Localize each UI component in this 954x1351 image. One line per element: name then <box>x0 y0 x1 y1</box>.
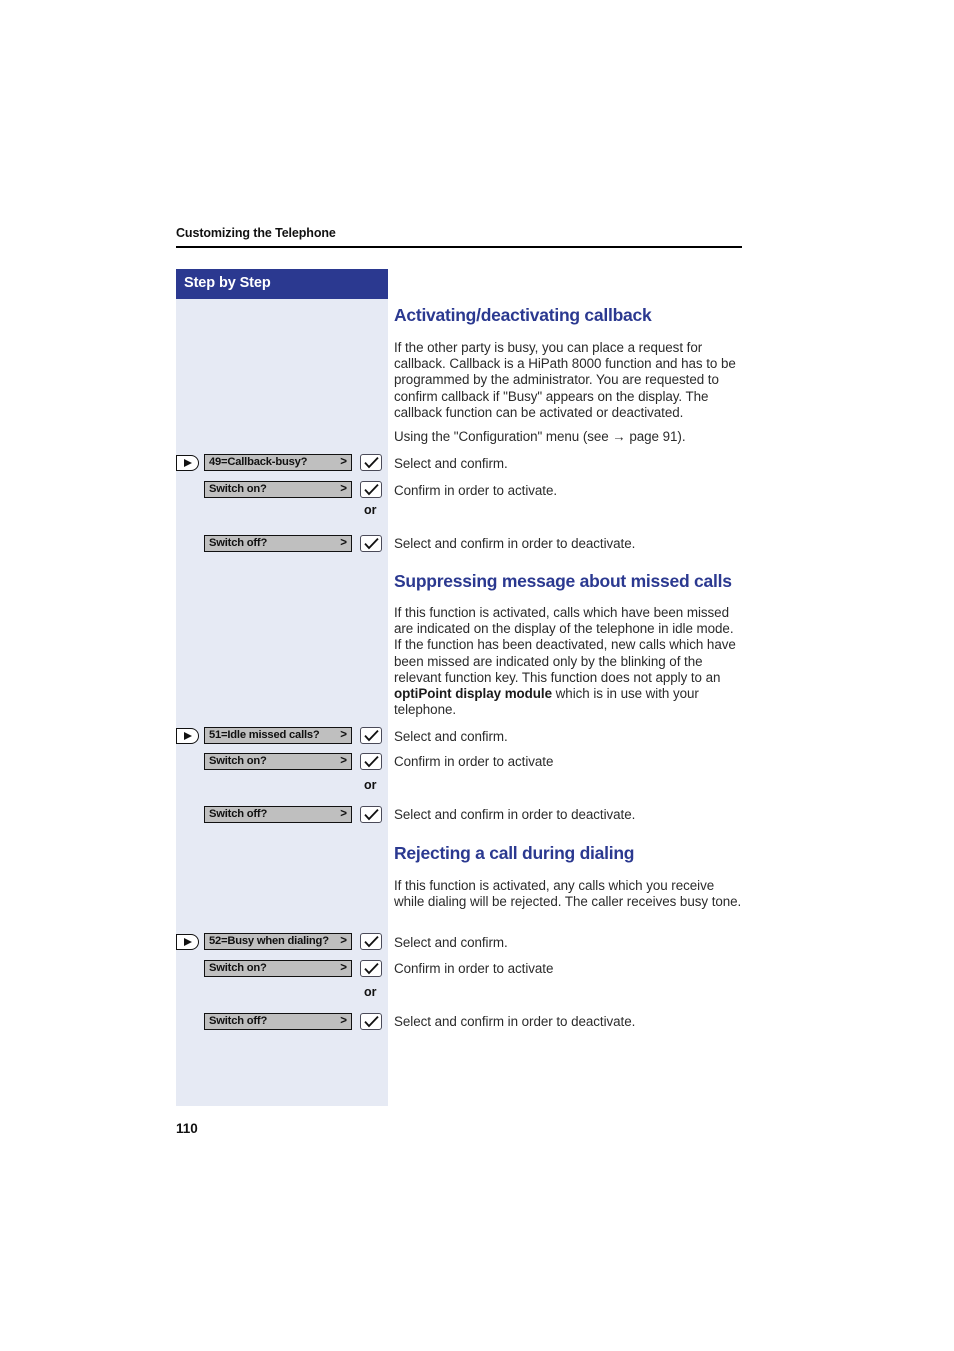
confirm-key-icon[interactable] <box>360 753 382 770</box>
step-caption: Select and confirm. <box>394 935 508 950</box>
section-heading-missed-calls: Suppressing message about missed calls <box>394 571 732 591</box>
section-body-missed-calls: If this function is activated, calls whi… <box>394 605 736 718</box>
or-separator: or <box>364 778 377 792</box>
softkey-label: Switch off? <box>209 807 268 820</box>
softkey-label: Switch off? <box>209 1014 268 1027</box>
confirm-key-icon[interactable] <box>360 806 382 823</box>
page-number: 110 <box>176 1121 198 1136</box>
softkey-51-idle-missed-calls[interactable]: 51=Idle missed calls? > <box>204 727 352 744</box>
or-separator: or <box>364 503 377 517</box>
softkey-arrow: > <box>340 728 347 741</box>
softkey-arrow: > <box>340 536 347 549</box>
softkey-label: 52=Busy when dialing? <box>209 934 329 947</box>
confirm-key-icon[interactable] <box>360 454 382 471</box>
confirm-key-icon[interactable] <box>360 1013 382 1030</box>
step-caption: Select and confirm in order to deactivat… <box>394 807 636 822</box>
softkey-arrow: > <box>340 754 347 767</box>
confirm-key-icon[interactable] <box>360 727 382 744</box>
softkey-arrow: > <box>340 482 347 495</box>
section-heading-rejecting-call: Rejecting a call during dialing <box>394 843 635 863</box>
step-by-step-title: Step by Step <box>184 275 271 291</box>
softkey-label: Switch off? <box>209 536 268 549</box>
step-caption: Select and confirm. <box>394 456 508 471</box>
step-caption: Confirm in order to activate <box>394 754 554 769</box>
softkey-switch-on-dialing[interactable]: Switch on? > <box>204 960 352 977</box>
softkey-arrow: > <box>340 1014 347 1027</box>
confirm-key-icon[interactable] <box>360 535 382 552</box>
navigator-key-icon[interactable] <box>176 728 199 744</box>
softkey-switch-off-missed-calls[interactable]: Switch off? > <box>204 806 352 823</box>
softkey-arrow: > <box>340 807 347 820</box>
step-caption: Confirm in order to activate. <box>394 483 558 498</box>
step-caption: Select and confirm. <box>394 729 508 744</box>
or-separator: or <box>364 985 377 999</box>
softkey-49-callback-busy[interactable]: 49=Callback-busy? > <box>204 454 352 471</box>
navigator-key-icon[interactable] <box>176 455 199 471</box>
step-caption: Confirm in order to activate <box>394 961 554 976</box>
softkey-arrow: > <box>340 455 347 468</box>
step-by-step-column <box>176 269 388 1106</box>
step-by-step-title-bar: Step by Step <box>176 269 388 299</box>
softkey-label: 49=Callback-busy? <box>209 455 308 468</box>
softkey-arrow: > <box>340 934 347 947</box>
softkey-switch-on-missed-calls[interactable]: Switch on? > <box>204 753 352 770</box>
softkey-switch-off-callback[interactable]: Switch off? > <box>204 535 352 552</box>
softkey-label: Switch on? <box>209 482 267 495</box>
softkey-label: 51=Idle missed calls? <box>209 728 320 741</box>
softkey-arrow: > <box>340 961 347 974</box>
navigator-key-icon[interactable] <box>176 934 199 950</box>
section-body-callback-2: Using the "Configuration" menu (see → pa… <box>394 429 686 444</box>
confirm-key-icon[interactable] <box>360 960 382 977</box>
step-caption: Select and confirm in order to deactivat… <box>394 1014 636 1029</box>
section-heading-callback: Activating/deactivating callback <box>394 305 652 325</box>
softkey-switch-off-dialing[interactable]: Switch off? > <box>204 1013 352 1030</box>
section-body-rejecting-call: If this function is activated, any calls… <box>394 878 742 910</box>
confirm-key-icon[interactable] <box>360 481 382 498</box>
softkey-52-busy-when-dialing[interactable]: 52=Busy when dialing? > <box>204 933 352 950</box>
softkey-label: Switch on? <box>209 961 267 974</box>
softkey-label: Switch on? <box>209 754 267 767</box>
header-rule <box>176 246 742 248</box>
running-header: Customizing the Telephone <box>176 226 336 240</box>
section-body-callback-1: If the other party is busy, you can plac… <box>394 340 736 420</box>
softkey-switch-on-callback[interactable]: Switch on? > <box>204 481 352 498</box>
confirm-key-icon[interactable] <box>360 933 382 950</box>
step-caption: Select and confirm in order to deactivat… <box>394 536 636 551</box>
